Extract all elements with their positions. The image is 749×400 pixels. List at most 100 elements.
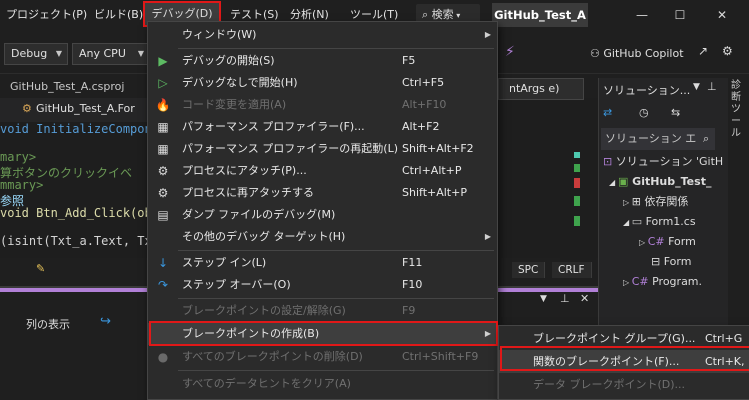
menu-item-shortcut: Alt+F2: [402, 120, 440, 133]
menu-item-start-debugging[interactable]: ▶ デバッグの開始(S) F5: [148, 50, 497, 72]
pin-icon[interactable]: ⊥: [707, 80, 717, 93]
menu-item-debug-dump[interactable]: ▤ ダンプ ファイルのデバッグ(M): [148, 204, 497, 226]
csharp-file-icon: C#: [631, 275, 653, 288]
menu-item-delete-all-breakpoints: ● すべてのブレークポイントの削除(D) Ctrl+Shift+F9: [148, 346, 497, 368]
menu-separator: [178, 250, 494, 251]
menu-item-attach-to-process[interactable]: ⚙ プロセスにアタッチ(P)... Ctrl+Alt+P: [148, 160, 497, 182]
menu-item-toggle-breakpoint: ブレークポイントの設定/解除(G) F9: [148, 300, 497, 322]
menu-item-window[interactable]: ウィンドウ(W) ▶: [148, 24, 497, 46]
live-share-icon[interactable]: ⚡: [505, 44, 515, 60]
menu-separator: [178, 48, 494, 49]
editor-scrollbar[interactable]: [560, 100, 596, 260]
play-icon: ▶: [158, 54, 168, 68]
chevron-down-icon[interactable]: ▼: [540, 294, 547, 304]
menu-project[interactable]: プロジェクト(P): [6, 4, 87, 25]
menu-item-performance-profiler[interactable]: ▦ パフォーマンス プロファイラー(F)... Alt+F2: [148, 116, 497, 138]
chevron-down-icon: ▾: [453, 11, 461, 20]
menu-item-other-targets[interactable]: その他のデバッグ ターゲット(H) ▶: [148, 226, 497, 248]
tree-label: GitHub_Test_: [632, 175, 712, 188]
config-combo[interactable]: Debug ▼: [4, 43, 68, 65]
expanded-icon: ◢: [609, 178, 618, 187]
menu-item-shortcut: Shift+Alt+P: [402, 186, 467, 199]
tree-dependencies[interactable]: ▷ ⊞ 依存関係: [623, 192, 688, 212]
code-line: (isint(Txt_a.Text, Tx: [0, 234, 152, 248]
menu-item-step-over[interactable]: ↷ ステップ オーバー(O) F10: [148, 274, 497, 296]
switch-views-icon[interactable]: ⇆: [671, 106, 680, 119]
menu-item-reattach-to-process[interactable]: ⚙ プロセスに再アタッチする Shift+Alt+P: [148, 182, 497, 204]
chevron-right-icon: ▶: [484, 232, 491, 241]
menu-item-shortcut: Ctrl+Alt+P: [402, 164, 462, 177]
column-display-button[interactable]: 列の表示: [26, 316, 70, 332]
menu-item-shortcut: F11: [402, 256, 423, 269]
undo-icon[interactable]: ↪: [100, 314, 111, 329]
copilot-button[interactable]: ⚇ GitHub Copilot: [590, 44, 684, 64]
menu-item-shortcut: F9: [402, 304, 416, 317]
hot-reload-icon: 🔥: [155, 98, 171, 112]
settings-icon[interactable]: ⚙: [722, 44, 733, 58]
highlight-function-breakpoint: [500, 346, 749, 371]
profiler-restart-icon: ▦: [157, 142, 169, 156]
close-icon[interactable]: ✕: [580, 292, 589, 305]
code-line: mmary>: [0, 178, 44, 192]
tree-project[interactable]: ◢ ▣ GitHub_Test_: [609, 172, 711, 192]
menu-item-start-without-debugging[interactable]: ▷ デバッグなしで開始(H) Ctrl+F5: [148, 72, 497, 94]
solution-icon: ⊡: [603, 155, 616, 168]
code-header: ⚙ GitHub_Test_A.For: [0, 98, 148, 122]
tree-label: Form1.cs: [645, 215, 696, 228]
scroll-mark: [574, 216, 580, 226]
search-icon[interactable]: ⌕: [703, 132, 709, 146]
tree-label: ソリューション 'GitH: [615, 155, 724, 168]
breakpoint-icon: ●: [157, 350, 169, 364]
menu-build[interactable]: ビルド(B): [94, 4, 143, 25]
tree-form1[interactable]: ◢ ▭ Form1.cs: [623, 212, 696, 232]
platform-combo[interactable]: Any CPU ▼: [72, 43, 150, 65]
tree-solution[interactable]: ⊡ ソリューション 'GitH: [603, 152, 723, 172]
menu-item-restart-profiler[interactable]: ▦ パフォーマンス プロファイラーの再起動(L) Shift+Alt+F2: [148, 138, 497, 160]
gears-icon: ⚙: [157, 164, 169, 178]
member-combo[interactable]: ntArgs e): [498, 78, 584, 100]
chevron-down-icon[interactable]: ▼: [693, 82, 700, 92]
collapsed-icon: ▷: [623, 198, 632, 207]
tree-form-resx[interactable]: ⊟ Form: [651, 252, 691, 272]
collapsed-icon: ▷: [639, 238, 648, 247]
form-icon: ▭: [631, 215, 646, 228]
csharp-file-icon: C#: [647, 235, 669, 248]
history-icon[interactable]: ◷: [639, 106, 649, 119]
chevron-down-icon: ▼: [137, 49, 144, 58]
diagnostic-tools-tab[interactable]: 診断ツール: [731, 80, 745, 140]
profiler-icon: ▦: [157, 120, 169, 134]
share-icon[interactable]: ↗: [698, 44, 708, 58]
scroll-mark: [574, 152, 580, 158]
tree-program[interactable]: ▷ C# Program.: [623, 272, 702, 292]
menu-item-step-into[interactable]: ↓ ステップ イン(L) F11: [148, 252, 497, 274]
menu-item-shortcut: Alt+F10: [402, 98, 447, 111]
code-line: mary>: [0, 150, 37, 164]
solution-search-value: ソリューション エ: [605, 132, 697, 145]
step-into-icon: ↓: [157, 256, 169, 270]
menu-separator: [178, 298, 494, 299]
copilot-icon: ⚇: [590, 47, 604, 60]
chevron-right-icon: ▶: [484, 30, 491, 39]
minimize-button[interactable]: —: [630, 4, 654, 26]
sync-icon[interactable]: ⇄: [603, 106, 612, 119]
close-button[interactable]: ✕: [710, 4, 734, 26]
spc-button[interactable]: SPC: [512, 262, 546, 278]
menu-item-label: ウィンドウ(W): [182, 28, 257, 41]
file-combo[interactable]: GitHub_Test_A.For: [36, 102, 135, 115]
pin-icon[interactable]: ⊥: [560, 292, 570, 305]
menu-item-label: ダンプ ファイルのデバッグ(M): [182, 208, 336, 221]
tab-csproj[interactable]: GitHub_Test_A.csproj: [10, 80, 124, 93]
menu-item-label: ブレークポイントの設定/解除(G): [182, 304, 346, 317]
brush-icon[interactable]: ✎: [36, 262, 45, 275]
search-label: 検索: [431, 8, 454, 21]
tree-label: Form: [663, 255, 692, 268]
play-outline-icon: ▷: [158, 76, 168, 90]
csharp-project-icon: ▣: [617, 175, 633, 188]
code-line: void InitializeCompon: [0, 122, 152, 136]
tree-form-designer[interactable]: ▷ C# Form: [639, 232, 696, 252]
platform-value: Any CPU: [79, 47, 126, 60]
maximize-button[interactable]: ☐: [668, 4, 692, 26]
menu-item-label: コード変更を適用(A): [182, 98, 287, 111]
crlf-button[interactable]: CRLF: [552, 262, 592, 278]
solution-search-input[interactable]: ソリューション エ: [601, 128, 715, 150]
